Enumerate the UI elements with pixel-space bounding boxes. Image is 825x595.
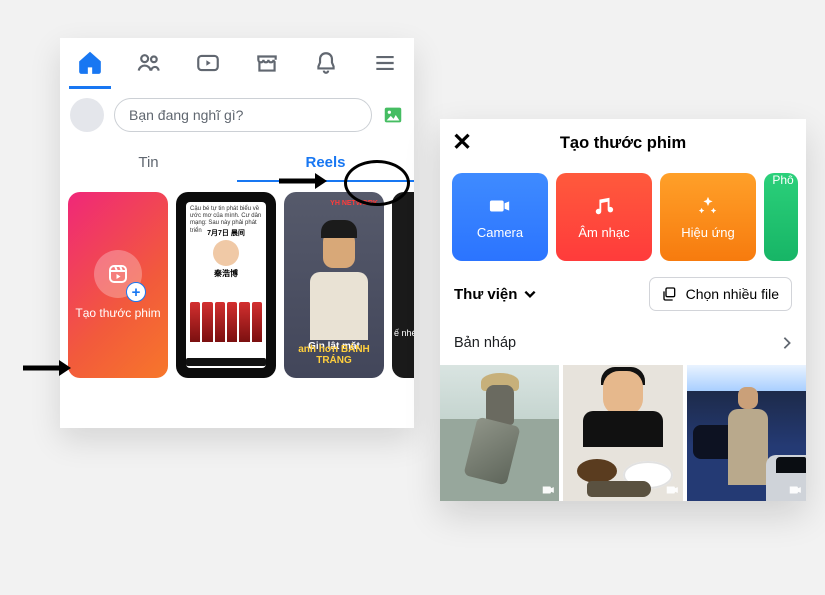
video-badge-icon bbox=[541, 483, 555, 497]
photo-icon[interactable] bbox=[382, 104, 404, 126]
library-row: Thư viện Chọn nhiều file bbox=[440, 273, 806, 323]
multi-select-button[interactable]: Chọn nhiều file bbox=[649, 277, 792, 311]
tile-camera-label: Camera bbox=[477, 225, 523, 240]
composer-row: Bạn đang nghĩ gì? bbox=[60, 88, 414, 142]
tab-tin[interactable]: Tin bbox=[60, 142, 237, 182]
tile-music[interactable]: Âm nhạc bbox=[556, 173, 652, 261]
close-icon[interactable]: ✕ bbox=[452, 131, 472, 155]
tile-effect-label: Hiệu ứng bbox=[681, 225, 735, 240]
tile-green-label: Phô bbox=[772, 173, 793, 187]
create-reel-card[interactable]: + Tạo thước phim bbox=[68, 192, 168, 378]
reels-icon: + bbox=[94, 250, 142, 298]
reel3-line2: anh hơn BÁNH TRÁNG bbox=[284, 344, 384, 366]
gallery-item-3[interactable] bbox=[687, 365, 806, 501]
source-tiles: Camera Âm nhạc Hiệu ứng Phô bbox=[440, 167, 806, 273]
library-label: Thư viện bbox=[454, 286, 517, 303]
composer-placeholder: Bạn đang nghĩ gì? bbox=[129, 107, 243, 123]
chevron-right-icon bbox=[782, 336, 792, 350]
facebook-feed-screenshot: Bạn đang nghĩ gì? Tin Reels + Tạo thước … bbox=[60, 38, 414, 428]
sheet-header: ✕ Tạo thước phim bbox=[440, 119, 806, 167]
reel3-tag: YH NETWORK bbox=[330, 200, 378, 207]
create-reel-sheet: ✕ Tạo thước phim Camera Âm nhạc Hiệu ứng… bbox=[440, 119, 806, 501]
arrow-annotation-1 bbox=[277, 171, 327, 191]
reel-card-3[interactable]: YH NETWORK Gin lật mặt anh hơn BÁNH TRÁN… bbox=[284, 192, 384, 378]
nav-notifications[interactable] bbox=[297, 38, 355, 88]
drafts-row[interactable]: Bản nháp bbox=[440, 323, 806, 363]
reels-row: + Tạo thước phim Cậu bé tự tin phát biểu… bbox=[60, 182, 414, 388]
reel4-text: ế nhé bbox=[394, 328, 414, 338]
sheet-title: Tạo thước phim bbox=[560, 134, 686, 153]
gallery-grid bbox=[440, 365, 806, 501]
plus-badge-icon: + bbox=[126, 282, 146, 302]
video-badge-icon bbox=[665, 483, 679, 497]
avatar[interactable] bbox=[70, 98, 104, 132]
tile-music-label: Âm nhạc bbox=[578, 225, 629, 240]
arrow-annotation-2 bbox=[21, 358, 71, 378]
nav-watch[interactable] bbox=[179, 38, 237, 88]
reel-card-4-peek[interactable]: ế nhé bbox=[392, 192, 414, 378]
library-dropdown[interactable]: Thư viện bbox=[454, 286, 537, 303]
nav-menu[interactable] bbox=[356, 38, 414, 88]
reel2-name: 秦浩博 bbox=[214, 268, 238, 279]
tile-camera[interactable]: Camera bbox=[452, 173, 548, 261]
stories-reels-tabs: Tin Reels bbox=[60, 142, 414, 182]
top-nav bbox=[60, 38, 414, 88]
nav-marketplace[interactable] bbox=[238, 38, 296, 88]
composer-input[interactable]: Bạn đang nghĩ gì? bbox=[114, 98, 372, 132]
nav-home[interactable] bbox=[61, 38, 119, 88]
drafts-label: Bản nháp bbox=[454, 335, 516, 351]
gallery-item-1[interactable] bbox=[440, 365, 559, 501]
stack-icon bbox=[662, 286, 678, 302]
nav-friends[interactable] bbox=[120, 38, 178, 88]
video-badge-icon bbox=[788, 483, 802, 497]
chevron-down-icon bbox=[523, 287, 537, 301]
tile-green-peek[interactable]: Phô bbox=[764, 173, 798, 261]
reel-card-2[interactable]: Cậu bé tự tin phát biểu về ước mơ của mì… bbox=[176, 192, 276, 378]
create-reel-label: Tạo thước phim bbox=[75, 306, 160, 320]
reel2-date: 7月7日 晨间 bbox=[207, 228, 245, 238]
tile-effect[interactable]: Hiệu ứng bbox=[660, 173, 756, 261]
gallery-item-2[interactable] bbox=[563, 365, 682, 501]
multi-select-label: Chọn nhiều file bbox=[686, 286, 779, 302]
